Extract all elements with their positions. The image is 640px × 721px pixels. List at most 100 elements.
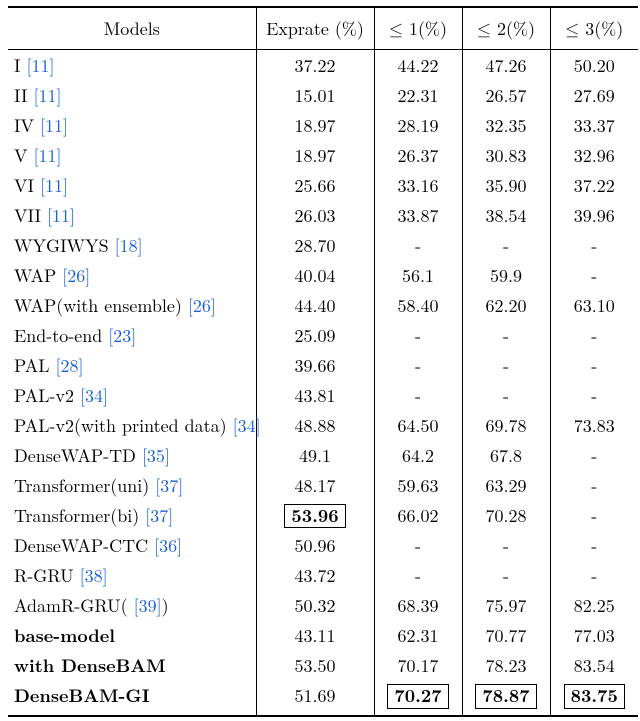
model-name: VII [14, 203, 41, 228]
cell-le2: - [462, 230, 550, 260]
le-symbol: ≤ [477, 21, 497, 39]
cell-le2: 59.9 [462, 260, 550, 290]
cell-le2: 78.23 [462, 651, 550, 681]
table-row: PAL-v2 [34]43.81--- [8, 380, 638, 410]
cell-le2: - [462, 350, 550, 380]
cell-model: WAP [26] [8, 260, 256, 290]
model-name: End-to-end [14, 323, 102, 348]
cell-le1: 28.19 [374, 110, 462, 140]
cell-le1: - [374, 561, 462, 591]
citation-link[interactable]: [28] [56, 353, 84, 378]
cell-exprate: 25.09 [256, 320, 374, 350]
citation-link[interactable]: [11] [47, 203, 75, 228]
cell-exprate: 44.40 [256, 290, 374, 320]
cell-le3: 77.03 [550, 621, 638, 651]
citation-link[interactable]: [11] [40, 173, 68, 198]
cell-le1: 33.87 [374, 200, 462, 230]
table-row: Transformer(uni) [37]48.1759.6363.29- [8, 470, 638, 500]
cell-model: AdamR-GRU( [39]) [8, 591, 256, 621]
cell-le1: - [374, 531, 462, 561]
cell-model: with DenseBAM [8, 651, 256, 681]
citation-link[interactable]: [34] [233, 413, 261, 438]
cell-le3: 39.96 [550, 200, 638, 230]
table-row: I [11]37.2244.2247.2650.20 [8, 50, 638, 81]
cell-le3: 83.75 [550, 681, 638, 716]
citation-link[interactable]: [18] [115, 233, 143, 258]
cell-model: Transformer(uni) [37] [8, 470, 256, 500]
cell-le1: - [374, 380, 462, 410]
col-header-models: Models [8, 7, 256, 50]
citation-link[interactable]: [38] [80, 563, 108, 588]
model-name: with DenseBAM [14, 653, 166, 678]
model-name: II [14, 83, 28, 108]
citation-link[interactable]: [11] [40, 113, 68, 138]
cell-le3: - [550, 350, 638, 380]
citation-link[interactable]: [23] [108, 323, 136, 348]
cell-exprate: 53.96 [256, 500, 374, 531]
citation-link[interactable]: [26] [188, 293, 216, 318]
model-name: I [14, 53, 21, 78]
cell-le2: 78.87 [462, 681, 550, 716]
table-row: PAL [28]39.66--- [8, 350, 638, 380]
cell-le2: 67.8 [462, 440, 550, 470]
cell-exprate: 37.22 [256, 50, 374, 81]
cell-model: I [11] [8, 50, 256, 81]
model-name: Transformer(bi) [14, 503, 139, 528]
cell-le1: 44.22 [374, 50, 462, 81]
table-row: WAP(with ensemble) [26]44.4058.4062.2063… [8, 290, 638, 320]
cell-exprate: 18.97 [256, 110, 374, 140]
col-header-exprate: Exprate (%) [256, 7, 374, 50]
cell-model: VII [11] [8, 200, 256, 230]
cell-le1: 56.1 [374, 260, 462, 290]
citation-link[interactable]: [34] [80, 383, 108, 408]
cell-le2: 75.97 [462, 591, 550, 621]
citation-link[interactable]: [36] [154, 533, 182, 558]
cell-le3: 82.25 [550, 591, 638, 621]
cell-le2: 47.26 [462, 50, 550, 81]
cell-le1: 26.37 [374, 140, 462, 170]
citation-link[interactable]: [35] [142, 443, 170, 468]
cell-le3: 32.96 [550, 140, 638, 170]
le-symbol: ≤ [389, 21, 409, 39]
boxed-value: 83.75 [564, 684, 625, 709]
cell-exprate: 25.66 [256, 170, 374, 200]
model-name: IV [14, 113, 34, 138]
cell-le3: 63.10 [550, 290, 638, 320]
cell-model: II [11] [8, 80, 256, 110]
boxed-value: 53.96 [284, 504, 345, 529]
citation-link[interactable]: [26] [62, 263, 90, 288]
cell-exprate: 43.11 [256, 621, 374, 651]
cell-le1: - [374, 350, 462, 380]
citation-link[interactable]: [37] [155, 473, 183, 498]
citation-link[interactable]: [39] [134, 593, 162, 618]
table-body: I [11]37.2244.2247.2650.20II [11]15.0122… [8, 50, 638, 716]
table-row: VI [11]25.6633.1635.9037.22 [8, 170, 638, 200]
cell-le2: 70.77 [462, 621, 550, 651]
boxed-value: 70.27 [387, 684, 448, 709]
citation-link[interactable]: [11] [34, 83, 62, 108]
col-header-le3-text: 3(%) [585, 16, 623, 41]
citation-link[interactable]: [37] [145, 503, 173, 528]
model-name: WAP(with ensemble) [14, 293, 182, 318]
cell-le1: 66.02 [374, 500, 462, 531]
cell-le3: 33.37 [550, 110, 638, 140]
boxed-value: 78.87 [475, 684, 536, 709]
le-symbol: ≤ [565, 21, 585, 39]
cell-le3: - [550, 470, 638, 500]
citation-link[interactable]: [11] [34, 143, 62, 168]
cell-le2: 30.83 [462, 140, 550, 170]
cell-le2: 38.54 [462, 200, 550, 230]
cell-exprate: 39.66 [256, 350, 374, 380]
table-row: VII [11]26.0333.8738.5439.96 [8, 200, 638, 230]
col-header-le1-text: 1(%) [409, 16, 447, 41]
cell-model: DenseWAP-TD [35] [8, 440, 256, 470]
table-row: base-model43.1162.3170.7777.03 [8, 621, 638, 651]
cell-le2: 32.35 [462, 110, 550, 140]
citation-link[interactable]: [11] [27, 53, 55, 78]
cell-exprate: 40.04 [256, 260, 374, 290]
cell-le2: - [462, 531, 550, 561]
cell-exprate: 48.88 [256, 410, 374, 440]
cell-exprate: 28.70 [256, 230, 374, 260]
model-name: Transformer(uni) [14, 473, 149, 498]
table-row: V [11]18.9726.3730.8332.96 [8, 140, 638, 170]
